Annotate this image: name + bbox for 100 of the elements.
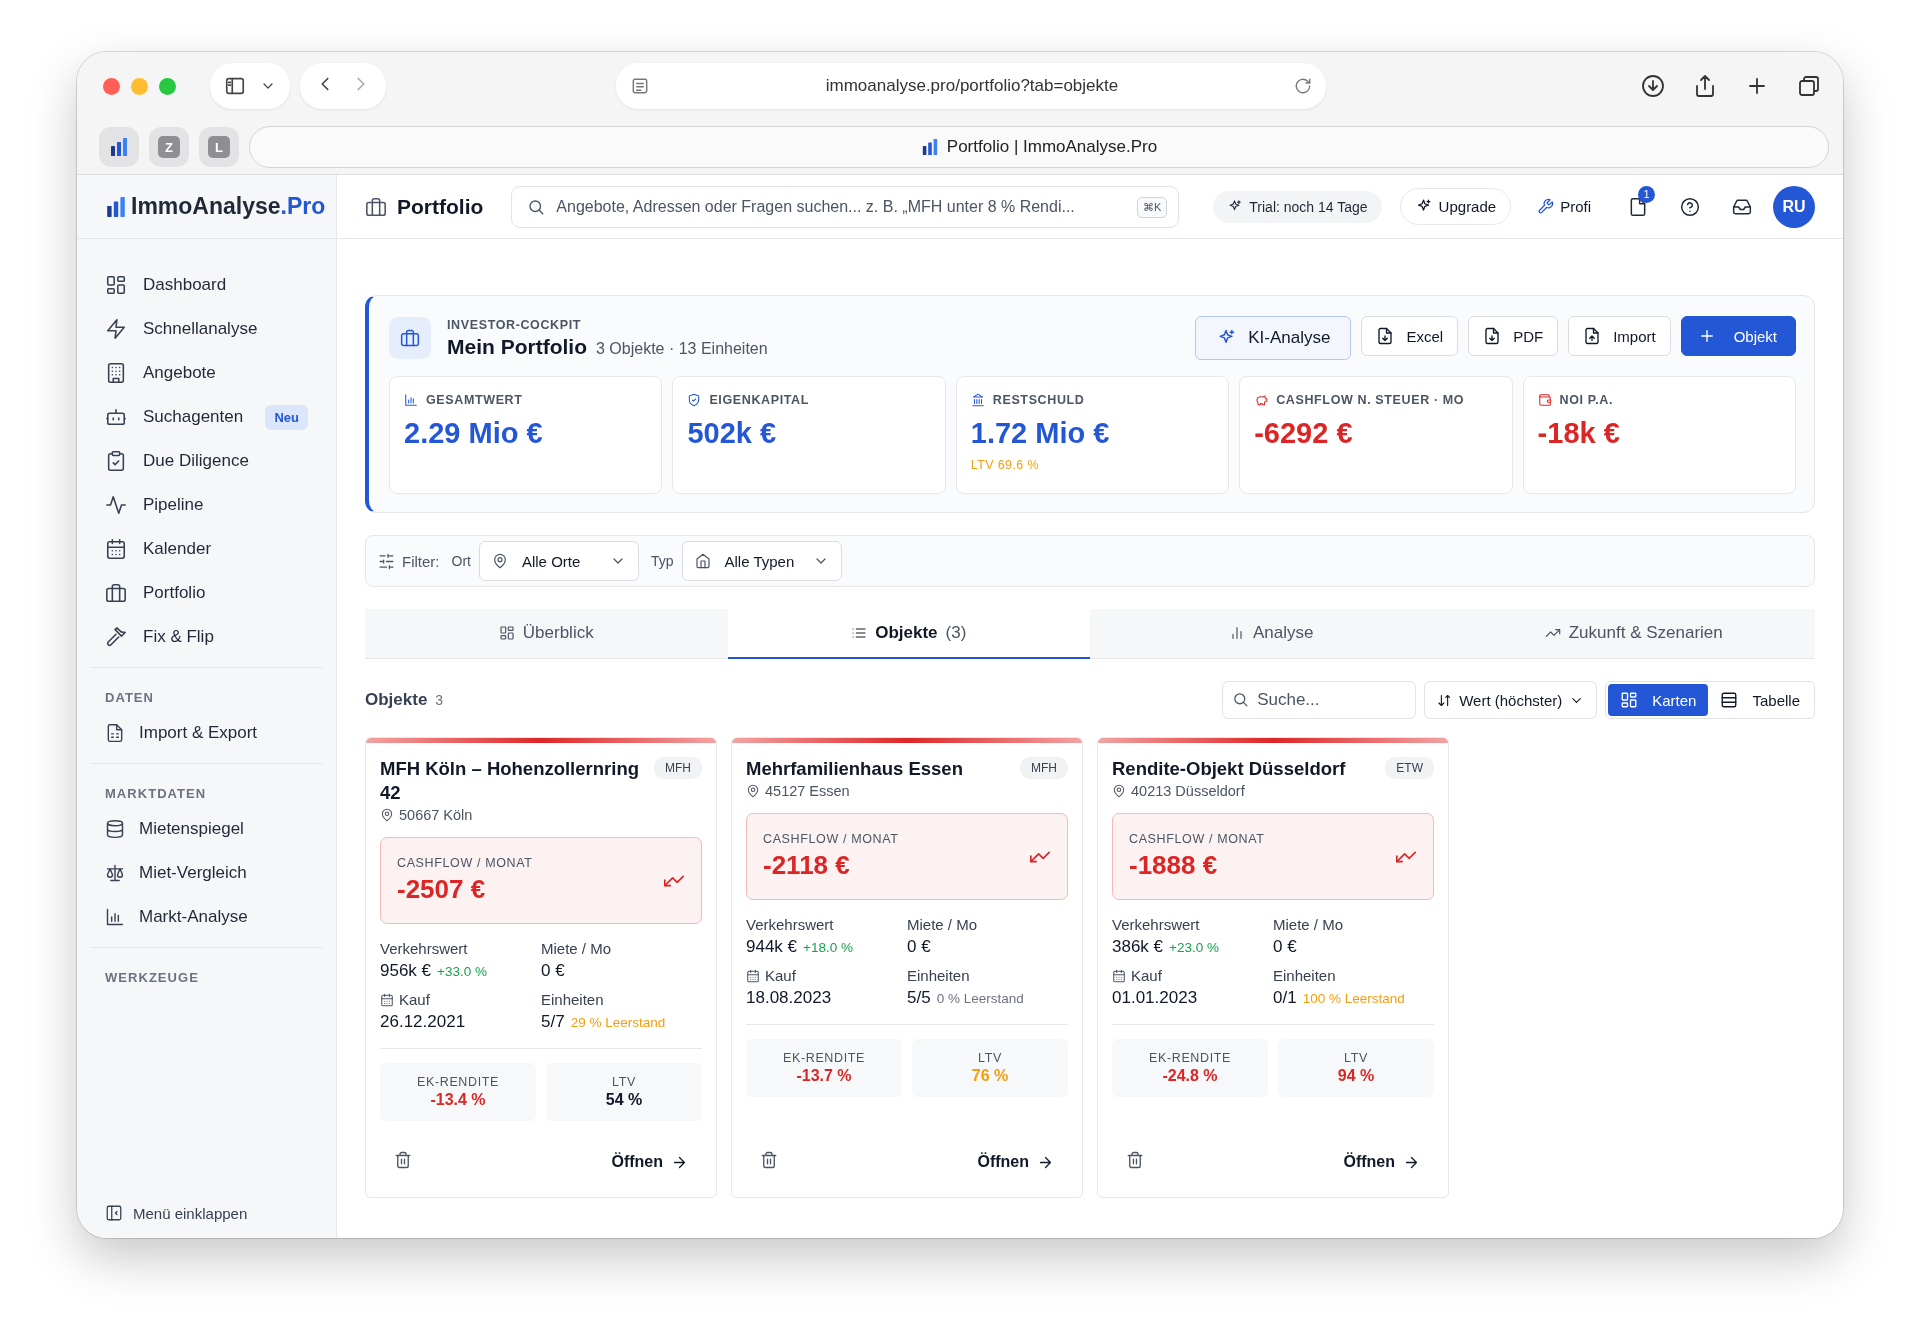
metric-label: EK-RENDITE	[416, 1075, 500, 1090]
page-title: Portfolio	[397, 194, 484, 219]
kpi-value: 2.29 Mio €	[404, 417, 544, 450]
action-button[interactable]: Import	[1568, 316, 1671, 356]
sidebar-icon	[224, 75, 246, 97]
object-title: Mehrfamilienhaus Essen	[746, 757, 964, 781]
field-label: Ort	[451, 553, 471, 569]
nav-item[interactable]: Fix & Flip	[91, 615, 322, 659]
add-action-button[interactable]: Objekt	[1680, 316, 1796, 356]
nav-item[interactable]: Suchagenten Neu	[91, 395, 322, 439]
kpi-label: GESAMTWERT	[426, 393, 523, 407]
help-icon	[1680, 196, 1700, 217]
section-heading: DATEN	[104, 689, 155, 707]
filter-label: Filter:	[402, 552, 440, 570]
action-button[interactable]: Excel	[1361, 316, 1459, 356]
map-pin-icon	[1112, 784, 1126, 799]
table-icon	[1720, 691, 1739, 709]
nav-item[interactable]: Angebote	[91, 351, 322, 395]
map-pin-icon	[380, 808, 394, 823]
open-link[interactable]: Öffnen	[977, 1153, 1054, 1172]
calendar-icon	[380, 992, 394, 1007]
object-count: 3	[435, 692, 444, 708]
search-field[interactable]: Suche...	[1222, 681, 1417, 719]
bar-chart-icon	[109, 137, 129, 157]
grid-icon	[1620, 691, 1639, 709]
type-tag: MFH	[1020, 757, 1068, 779]
bar-chart-logo-icon	[105, 195, 127, 218]
nav-item[interactable]: Mietenspiegel	[91, 807, 322, 851]
plan-button[interactable]: Profi	[1529, 190, 1599, 223]
file-download-icon	[1483, 327, 1502, 345]
eyebrow-label: INVESTOR-COCKPIT	[447, 317, 583, 332]
sort-dropdown[interactable]: Wert (höchster)	[1424, 681, 1598, 719]
field-label: Einheiten	[907, 967, 971, 985]
bar-chart-icon	[1229, 625, 1245, 641]
metric-label: EK-RENDITE	[1148, 1051, 1232, 1066]
metric-label: LTV	[611, 1075, 637, 1090]
nav-item[interactable]: Schnellanalyse	[91, 307, 322, 351]
file-upload-icon	[1583, 327, 1602, 345]
section-heading: MARKTDATEN	[104, 785, 208, 803]
value-change: +23.0 %	[1169, 940, 1219, 956]
kpi-note: LTV 69.6 %	[970, 458, 1040, 472]
sidebar-toggle-button[interactable]	[210, 63, 290, 109]
nav-item[interactable]: Markt-Analyse	[91, 895, 322, 939]
type-tag: MFH	[654, 757, 702, 779]
field-label: Einheiten	[541, 991, 605, 1009]
field-label: Kauf	[1131, 967, 1162, 985]
user-avatar[interactable]: RU	[1773, 185, 1815, 228]
calendar-icon	[105, 538, 127, 560]
filter-dropdown[interactable]: Alle Typen	[681, 541, 842, 581]
field-label: Verkehrswert	[1112, 916, 1201, 934]
kpi-value: 502k €	[687, 417, 778, 450]
kpi-value: -6292 €	[1254, 417, 1354, 450]
value-change: +33.0 %	[437, 964, 487, 980]
bar-chart-icon	[105, 907, 125, 927]
wallet-icon	[1537, 393, 1552, 407]
kpi-label: NOI P.A.	[1559, 393, 1613, 407]
tab[interactable]: Überblick	[365, 609, 728, 659]
nav-item[interactable]: Pipeline	[91, 483, 322, 527]
vacancy-note: 0 % Leerstand	[936, 991, 1024, 1007]
collapse-menu-button[interactable]: Menü einklappen	[91, 1204, 322, 1238]
open-link[interactable]: Öffnen	[1343, 1153, 1420, 1172]
open-link[interactable]: Öffnen	[611, 1153, 688, 1172]
vacancy-note: 29 % Leerstand	[570, 1015, 666, 1031]
view-toggle[interactable]: Karten	[1608, 684, 1709, 716]
briefcase-icon	[365, 195, 387, 218]
nav-item[interactable]: Dashboard	[91, 263, 322, 307]
nav-item[interactable]: Portfolio	[91, 571, 322, 615]
browser-tab[interactable]: Portfolio | ImmoAnalyse.Pro	[249, 126, 1829, 168]
rent-value: 0 €	[907, 937, 931, 958]
metric-label: EK-RENDITE	[782, 1051, 866, 1066]
action-button[interactable]: KI-Analyse	[1195, 316, 1352, 360]
trash-icon	[760, 1151, 778, 1170]
shield-icon	[687, 393, 702, 407]
close-window-button[interactable]	[103, 77, 120, 95]
building-icon	[105, 362, 127, 384]
tab[interactable]: Zukunft & Szenarien	[1452, 609, 1815, 659]
hammer-icon	[105, 626, 127, 648]
reload-icon	[1294, 77, 1312, 95]
nav-item[interactable]: Import & Export	[91, 711, 322, 755]
tab[interactable]: Objekte (3)	[727, 609, 1090, 659]
nav-item[interactable]: Kalender	[91, 527, 322, 571]
filter-dropdown[interactable]: Alle Orte	[478, 541, 639, 581]
lightning-icon	[105, 318, 127, 340]
section-title: Objekte	[365, 690, 428, 710]
nav-item[interactable]: Miet-Vergleich	[91, 851, 322, 895]
pulse-icon	[105, 494, 127, 516]
cashflow-value: -1888 €	[1129, 850, 1219, 882]
cashflow-label: CASHFLOW / MONAT	[397, 856, 533, 871]
address-bar[interactable]: immoanalyse.pro/portfolio?tab=objekte	[616, 63, 1326, 109]
kpi-label: RESTSCHULD	[992, 393, 1085, 407]
tab[interactable]: Analyse	[1090, 609, 1453, 659]
view-toggle[interactable]: Tabelle	[1708, 684, 1812, 716]
portfolio-summary: 3 Objekte · 13 Einheiten	[596, 339, 768, 358]
market-value: 944k €	[746, 937, 798, 958]
trash-icon	[394, 1151, 412, 1170]
pinned-tab[interactable]	[99, 127, 139, 167]
nav-item[interactable]: Due Diligence	[91, 439, 322, 483]
object-title: Rendite-Objekt Düsseldorf	[1112, 757, 1347, 781]
action-button[interactable]: PDF	[1468, 316, 1559, 356]
documents-button[interactable]: 1	[1617, 185, 1659, 228]
